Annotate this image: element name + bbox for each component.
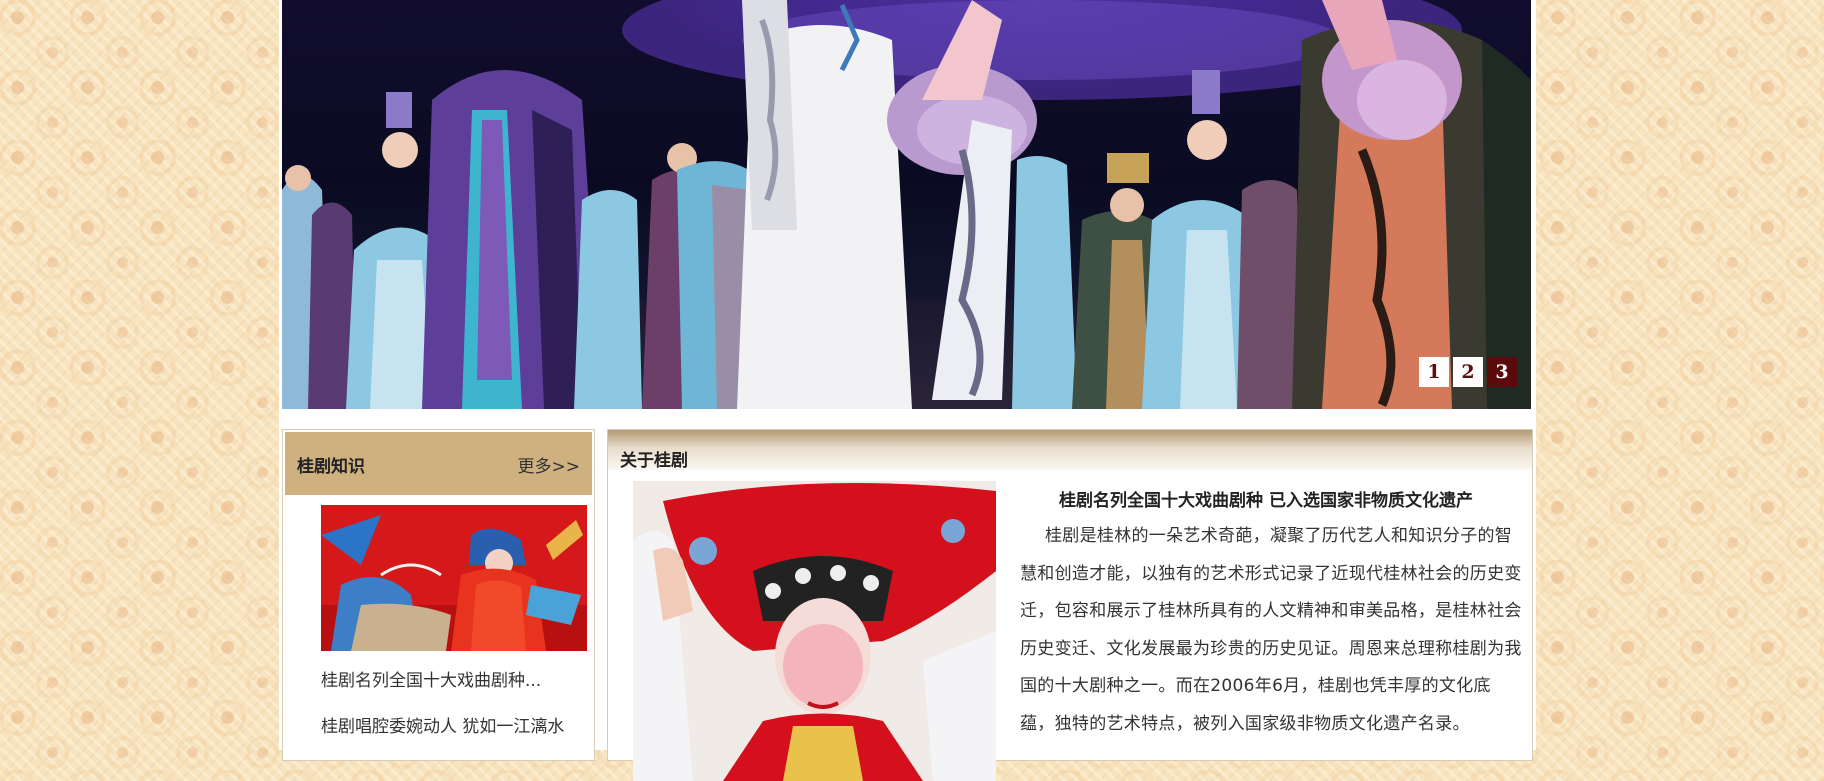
about-panel-header: 关于桂剧 — [608, 430, 1532, 471]
knowledge-list-item[interactable]: 桂剧名列全国十大戏曲剧种... — [321, 666, 541, 691]
content-container: 1 2 3 桂剧知识 更多>> 桂剧名列全国十大戏曲剧种... 桂剧唱腔委婉动人… — [279, 0, 1536, 781]
knowledge-panel-title: 桂剧知识 — [297, 457, 365, 477]
knowledge-list-item[interactable]: 桂剧唱腔委婉动人 犹如一江漓水 — [321, 712, 564, 737]
slideshow-pager: 1 2 3 — [1419, 357, 1517, 387]
knowledge-thumbnail[interactable] — [321, 505, 587, 651]
pager-button-2[interactable]: 2 — [1453, 357, 1483, 387]
knowledge-panel: 桂剧知识 更多>> 桂剧名列全国十大戏曲剧种... 桂剧唱腔委婉动人 犹如一江漓… — [282, 429, 595, 761]
about-headline: 桂剧名列全国十大戏曲剧种 已入选国家非物质文化遗产 — [1059, 491, 1473, 511]
about-photo — [633, 481, 996, 781]
about-body-text: 桂剧是桂林的一朵艺术奇葩，凝聚了历代艺人和知识分子的智慧和创造才能，以独有的艺术… — [1020, 526, 1522, 734]
about-panel-title: 关于桂剧 — [620, 451, 688, 471]
performer-image — [321, 505, 587, 651]
actress-image — [633, 481, 996, 781]
pager-button-3[interactable]: 3 — [1487, 357, 1517, 387]
banner-image — [282, 0, 1531, 409]
more-link[interactable]: 更多>> — [518, 452, 581, 477]
pager-button-1[interactable]: 1 — [1419, 357, 1449, 387]
about-panel: 关于桂剧 桂剧名列全国十大戏曲剧种 已入选国家非物质文化遗产 桂剧是桂林的一朵艺… — [607, 429, 1533, 781]
banner-slideshow[interactable]: 1 2 3 — [282, 0, 1531, 409]
knowledge-panel-header: 桂剧知识 更多>> — [285, 432, 592, 495]
